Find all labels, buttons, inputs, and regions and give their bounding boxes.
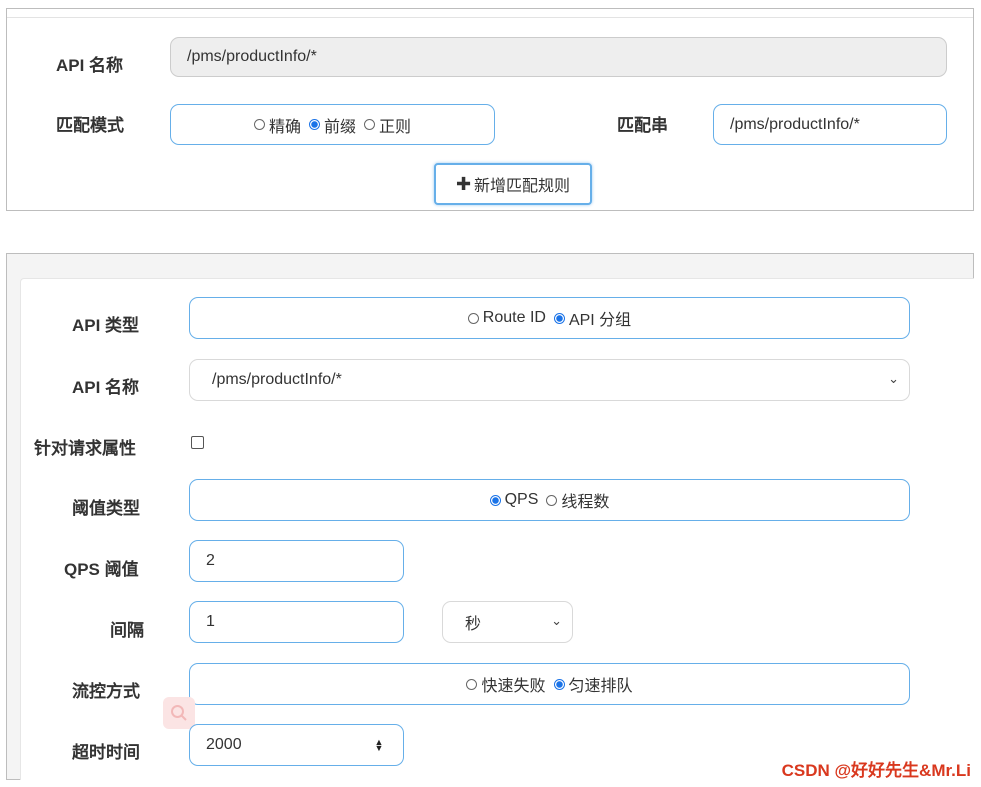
api-match-rule-panel: API 名称 /pms/productInfo/* 匹配模式 精确 前缀 正则 … xyxy=(6,8,974,211)
threshold-type-qps[interactable]: QPS xyxy=(489,491,538,509)
match-mode-radio-group: 精确 前缀 正则 xyxy=(170,104,495,145)
api-name-label: API 名称 xyxy=(72,378,140,397)
timeout-input[interactable]: 2000 ▲ ▼ xyxy=(189,724,404,766)
timeout-value: 2000 xyxy=(206,736,242,753)
qps-threshold-value: 2 xyxy=(206,552,215,569)
request-attr-checkbox[interactable] xyxy=(191,436,204,449)
qps-threshold-label: QPS 阈值 xyxy=(64,560,139,579)
add-match-rule-label: 新增匹配规则 xyxy=(474,178,571,195)
control-mode-label: 流控方式 xyxy=(72,682,140,701)
api-type-label: API 类型 xyxy=(72,316,140,335)
radio-icon[interactable] xyxy=(466,678,478,690)
add-match-rule-button[interactable]: ✚ 新增匹配规则 xyxy=(434,163,592,205)
api-name-label: API 名称 xyxy=(56,56,124,75)
plus-icon: ✚ xyxy=(455,173,472,194)
match-string-input[interactable]: /pms/productInfo/* xyxy=(713,104,947,145)
match-mode-label: 匹配模式 xyxy=(56,116,124,135)
interval-label: 间隔 xyxy=(110,621,144,640)
control-mode-radio-group: 快速失败 匀速排队 xyxy=(189,663,910,705)
radio-selected-icon[interactable] xyxy=(489,494,501,506)
radio-selected-icon[interactable] xyxy=(553,312,565,324)
interval-unit-select[interactable]: 秒 ⌄ xyxy=(442,601,573,643)
timeout-label: 超时时间 xyxy=(72,743,140,762)
api-type-api-group[interactable]: API 分组 xyxy=(553,306,631,330)
radio-icon[interactable] xyxy=(467,312,479,324)
radio-icon[interactable] xyxy=(364,119,375,130)
radio-selected-icon[interactable] xyxy=(553,678,565,690)
api-type-radio-group: Route ID API 分组 xyxy=(189,297,910,339)
api-name-input[interactable]: /pms/productInfo/* xyxy=(170,37,947,77)
radio-icon[interactable] xyxy=(546,494,558,506)
threshold-type-threads[interactable]: 线程数 xyxy=(546,488,609,512)
match-string-value: /pms/productInfo/* xyxy=(730,115,860,133)
watermark: CSDN @好好先生&Mr.Li xyxy=(781,761,971,780)
threshold-type-radio-group: QPS 线程数 xyxy=(189,479,910,521)
match-string-label: 匹配串 xyxy=(617,116,668,135)
radio-icon[interactable] xyxy=(253,119,265,130)
number-spinner-icon[interactable]: ▲ ▼ xyxy=(373,738,385,753)
control-mode-queue[interactable]: 匀速排队 xyxy=(553,672,633,696)
api-name-select[interactable]: /pms/productInfo/* ⌄ xyxy=(189,359,910,401)
match-mode-regex[interactable]: 正则 xyxy=(364,113,411,137)
api-name-selected: /pms/productInfo/* xyxy=(212,371,342,388)
chevron-down-icon: ⌄ xyxy=(551,613,562,629)
qps-threshold-input[interactable]: 2 xyxy=(189,540,404,582)
api-name-value: /pms/productInfo/* xyxy=(187,48,317,65)
api-type-route-id[interactable]: Route ID xyxy=(467,309,546,327)
control-mode-fail-fast[interactable]: 快速失败 xyxy=(466,672,546,696)
threshold-type-label: 阈值类型 xyxy=(72,499,140,518)
request-attr-label: 针对请求属性 xyxy=(34,439,136,458)
search-icon xyxy=(163,697,195,729)
match-mode-prefix[interactable]: 前缀 xyxy=(308,113,356,137)
match-mode-exact[interactable]: 精确 xyxy=(253,113,301,137)
interval-input[interactable]: 1 xyxy=(189,601,404,643)
interval-value: 1 xyxy=(206,613,215,630)
chevron-down-icon: ⌄ xyxy=(888,371,899,387)
panel-top-divider xyxy=(7,17,973,18)
radio-selected-icon[interactable] xyxy=(308,119,320,130)
interval-unit-value: 秒 xyxy=(465,616,482,633)
